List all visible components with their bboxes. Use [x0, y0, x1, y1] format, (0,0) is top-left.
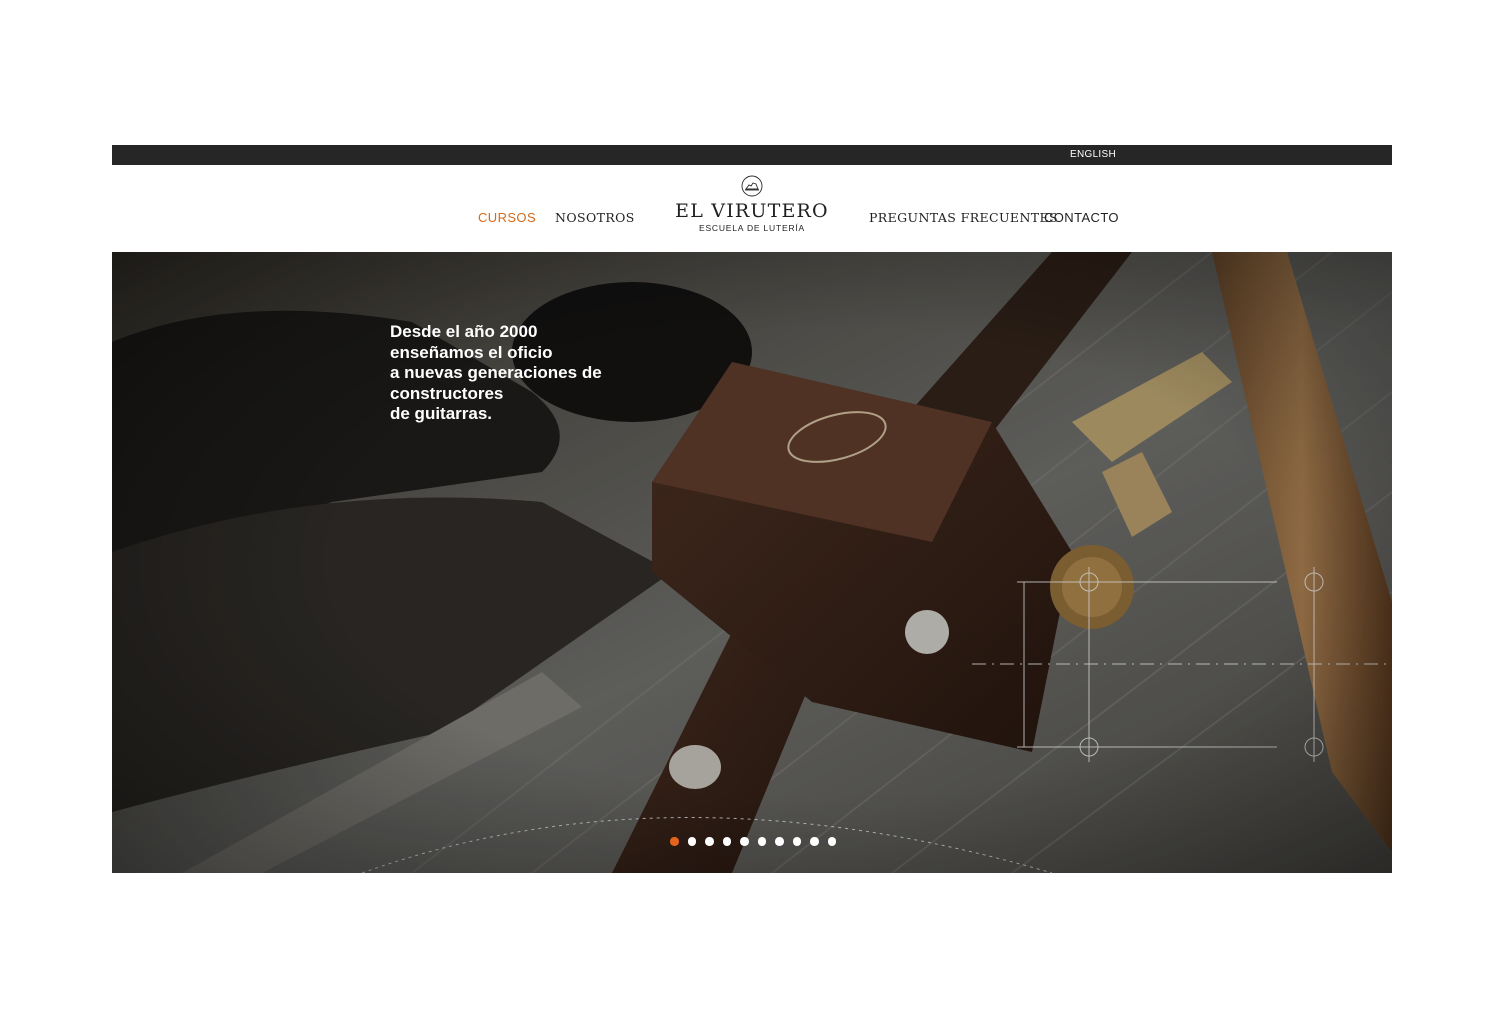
nav-item-cursos[interactable]: CURSOS — [478, 210, 536, 225]
nav-item-preguntas-frecuentes[interactable]: PREGUNTAS FRECUENTES — [869, 210, 1058, 225]
carousel-dot-10[interactable] — [827, 837, 836, 846]
site-logo[interactable]: EL VIRUTERO ESCUELA DE LUTERÍA — [672, 175, 832, 233]
carousel-dot-5[interactable] — [740, 837, 749, 846]
hero-background-image — [112, 252, 1392, 873]
logo-subtitle: ESCUELA DE LUTERÍA — [698, 223, 806, 233]
hero-slider: Desde el año 2000 enseñamos el oficio a … — [112, 252, 1392, 873]
nav-item-contacto[interactable]: CONTACTO — [1044, 210, 1119, 225]
site-frame: ENGLISH CURSOS NOSOTROS EL VIRUTERO ESCU… — [112, 145, 1392, 873]
tagline-line: Desde el año 2000 — [390, 322, 538, 341]
carousel-dot-9[interactable] — [810, 837, 819, 846]
carousel-dot-8[interactable] — [792, 837, 801, 846]
language-link[interactable]: ENGLISH — [1070, 149, 1116, 160]
nav-item-nosotros[interactable]: NOSOTROS — [555, 210, 635, 225]
tagline-line: a nuevas generaciones de — [390, 363, 602, 382]
carousel-dot-6[interactable] — [757, 837, 766, 846]
carousel-pagination — [670, 837, 836, 847]
carousel-dot-3[interactable] — [705, 837, 714, 846]
carousel-dot-7[interactable] — [775, 837, 784, 846]
tagline-line: enseñamos el oficio — [390, 342, 553, 362]
top-bar: ENGLISH — [112, 145, 1392, 165]
tagline-line: constructores — [390, 383, 504, 403]
carousel-dot-1[interactable] — [670, 837, 679, 846]
main-navigation: CURSOS NOSOTROS EL VIRUTERO ESCUELA DE L… — [112, 165, 1392, 252]
logo-title: EL VIRUTERO — [675, 200, 829, 222]
hand-plane-icon — [741, 175, 763, 197]
tagline-line: de guitarras. — [390, 404, 493, 423]
hero-tagline: Desde el año 2000 enseñamos el oficio a … — [390, 322, 602, 425]
carousel-dot-2[interactable] — [687, 837, 696, 846]
carousel-dot-4[interactable] — [722, 837, 731, 846]
